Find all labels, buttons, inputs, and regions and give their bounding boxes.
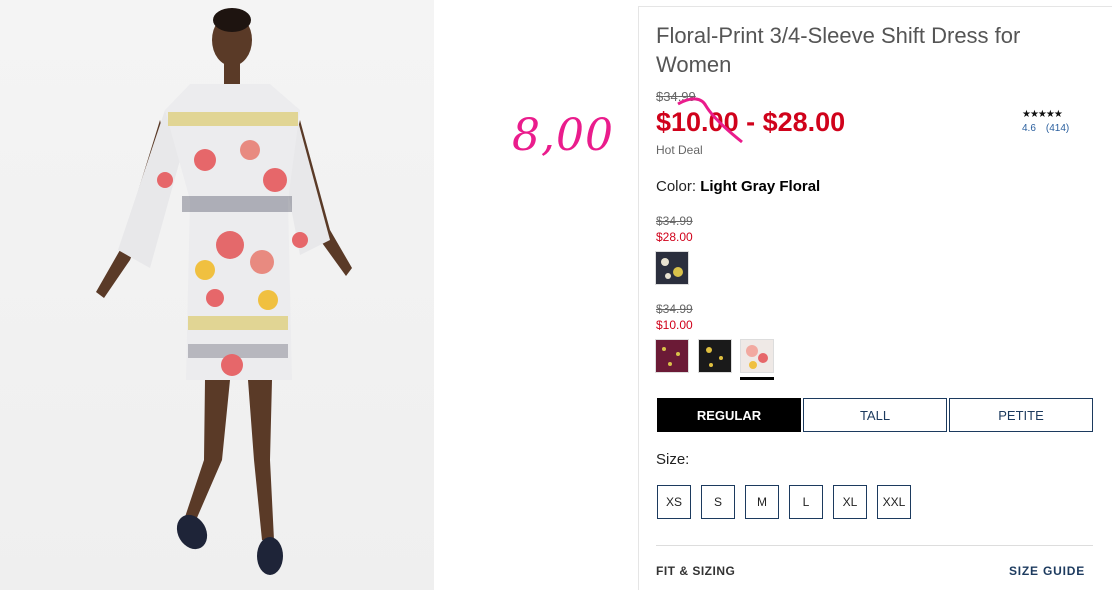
tab-tall[interactable]: TALL xyxy=(803,398,947,432)
price-group-was: $34.99 xyxy=(656,214,693,228)
sale-price-low: $10.00 xyxy=(656,107,739,137)
selected-color-name: Light Gray Floral xyxy=(700,178,821,195)
rating-value: 4.6 xyxy=(1022,123,1036,134)
price-annotation: 8,00 xyxy=(512,110,614,161)
deal-badge: Hot Deal xyxy=(656,143,703,157)
color-label: Color: xyxy=(656,178,701,195)
price-group-2: $34.99 $10.00 xyxy=(656,301,693,333)
tab-petite[interactable]: PETITE xyxy=(949,398,1093,432)
selected-swatch-indicator xyxy=(740,377,774,380)
sale-price-separator: - xyxy=(738,107,763,137)
swatch-light-gray-floral[interactable] xyxy=(740,339,774,373)
star-rating-icon: ★★★★★ xyxy=(1022,109,1063,120)
swatch-black-floral[interactable] xyxy=(698,339,732,373)
review-count[interactable]: (414) xyxy=(1046,123,1069,134)
sale-price-high: $28.00 xyxy=(762,107,846,137)
swatch-burgundy-floral[interactable] xyxy=(655,339,689,373)
fit-tabs: REGULAR TALL PETITE xyxy=(657,398,1093,432)
price-group-1: $34.99 $28.00 xyxy=(656,213,693,245)
original-price: $34.99 xyxy=(656,89,696,104)
price-group-was: $34.99 xyxy=(656,302,693,316)
size-options: XS S M L XL XXL xyxy=(657,485,921,519)
swatch-navy-floral[interactable] xyxy=(655,251,689,285)
size-guide-link[interactable]: SIZE GUIDE xyxy=(1009,564,1085,578)
product-image xyxy=(0,0,434,590)
tab-regular[interactable]: REGULAR xyxy=(657,398,801,432)
price-group-now: $10.00 xyxy=(656,318,693,332)
sale-price: $10.00 - $28.00 xyxy=(656,107,845,138)
product-details-panel: Floral-Print 3/4-Sleeve Shift Dress for … xyxy=(638,6,1112,590)
fit-sizing-heading[interactable]: FIT & SIZING xyxy=(656,564,735,578)
size-m-button[interactable]: M xyxy=(745,485,779,519)
color-selection-label: Color: Light Gray Floral xyxy=(656,178,820,195)
product-title: Floral-Print 3/4-Sleeve Shift Dress for … xyxy=(656,23,1021,77)
section-divider xyxy=(656,545,1093,546)
rating-summary[interactable]: ★★★★★ 4.6 (414) xyxy=(1022,109,1082,134)
size-xs-button[interactable]: XS xyxy=(657,485,691,519)
price-group-now: $28.00 xyxy=(656,230,693,244)
size-label: Size: xyxy=(656,451,690,468)
rating-meta: 4.6 (414) xyxy=(1022,123,1082,134)
size-l-button[interactable]: L xyxy=(789,485,823,519)
size-s-button[interactable]: S xyxy=(701,485,735,519)
size-xl-button[interactable]: XL xyxy=(833,485,867,519)
size-xxl-button[interactable]: XXL xyxy=(877,485,911,519)
